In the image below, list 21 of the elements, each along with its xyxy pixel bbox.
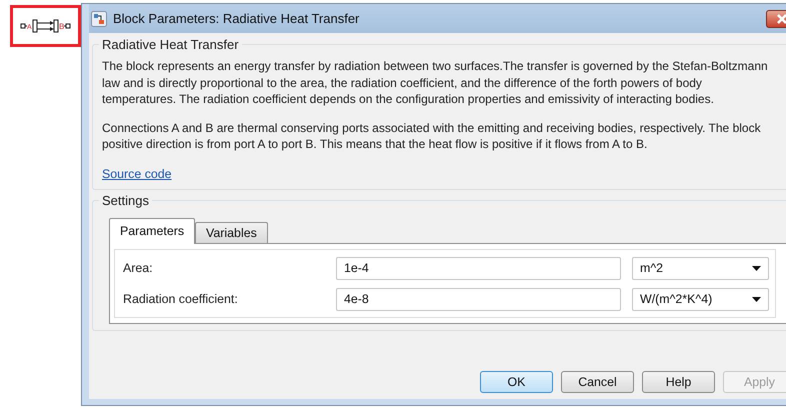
block-parameters-icon — [91, 10, 107, 26]
parameter-input[interactable]: 4e-8 — [336, 288, 621, 310]
dropdown-caret-icon — [752, 296, 761, 302]
parameter-input[interactable]: 1e-4 — [336, 256, 621, 280]
tab[interactable]: Parameters — [109, 218, 196, 244]
group-title: Radiative Heat Transfer — [101, 37, 240, 52]
unit-dropdown[interactable]: m^2 — [632, 256, 769, 280]
description-text: The block represents an energy transfer by radiation between two surfaces.The transfer is governed by the Stefan-Boltzmann law and is directly proportional to the area, the radiation coefficient, and the difference of the forth powers of body temperatures. The radiation coefficient depends on the configuration properties and emissivity of interacting bodies. — [102, 58, 769, 108]
description-text: Connections A and B are thermal conserving ports associated with the emitting and receiving bodies, respectively. The block positive direction is from port A to port B. This means that the heat flow is positive if it flows from A to B. — [102, 120, 762, 152]
tab[interactable]: Variables — [195, 222, 268, 242]
dropdown-caret-icon — [752, 266, 761, 270]
source-code-link[interactable]: Source code — [102, 166, 172, 180]
unit-dropdown[interactable]: W/(m^2*K^4) — [632, 288, 769, 310]
parameter-label: Area: — [123, 261, 154, 275]
dialog-button[interactable]: Help — [642, 371, 715, 393]
group-title: Settings — [101, 192, 150, 208]
parameter-label: Radiation coefficient: — [123, 292, 239, 306]
window-title: Block Parameters: Radiative Heat Transfer — [113, 11, 360, 26]
dialog-button[interactable]: Cancel — [561, 371, 634, 393]
dialog-button[interactable]: OK — [480, 371, 553, 393]
close-icon — [776, 14, 786, 24]
